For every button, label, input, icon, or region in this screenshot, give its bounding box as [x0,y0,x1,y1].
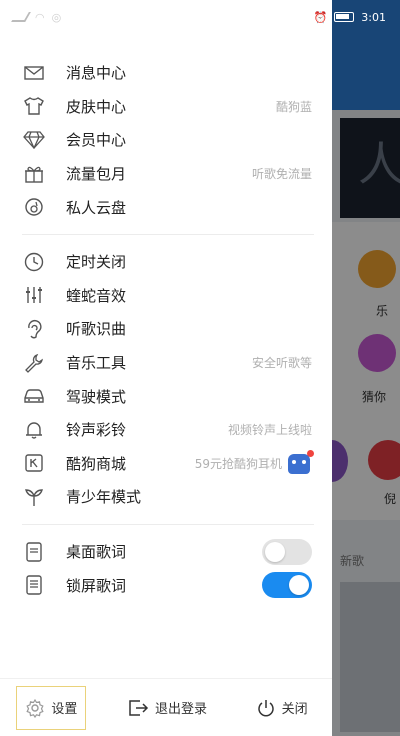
sprout-icon [22,485,46,509]
menu-item-desktop-lyrics[interactable]: 桌面歌词 [0,535,332,569]
menu-item-subtitle: 视频铃声上线啦 [227,423,312,438]
menu-item-label: 私人云盘 [66,198,127,217]
toggle-knob [289,575,309,596]
gear-icon [26,698,44,718]
menu-item-label: 酷狗商城 [66,454,127,473]
logout-label: 退出登录 [154,702,207,717]
menu-item-label: 皮肤中心 [66,97,127,116]
menu-group-tools: 定时关闭蝰蛇音效听歌识曲音乐工具 安全听歌等驾驶模式铃声彩铃 视频铃声上线啦酷狗商城… [0,245,332,514]
menu-item-ringtone[interactable]: 铃声彩铃 视频铃声上线啦 [0,413,332,447]
menu-item-recognize[interactable]: 听歌识曲 [0,312,332,346]
lock-lyrics-icon [22,573,46,597]
menu-item-label: 音乐工具 [66,354,127,373]
menu-item-timer[interactable]: 定时关闭 [0,245,332,279]
gift-icon [22,162,46,186]
settings-dot-icon: ◎ [51,10,62,24]
menu-group-lyrics: 桌面歌词 锁屏歌词 [0,535,332,602]
robot-icon [288,454,310,475]
menu-item-tools[interactable]: 音乐工具 安全听歌等 [0,346,332,380]
wrench-icon [22,351,46,375]
menu-item-subtitle: 听歌免流量 [251,167,312,182]
desktop-lyrics-toggle[interactable] [262,538,312,565]
divider [22,523,314,525]
equalizer-icon [22,283,46,307]
menu-item-subtitle: 酷狗蓝 [275,99,312,114]
menu-item-sound-effect[interactable]: 蝰蛇音效 [0,279,332,313]
menu-item-lockscreen-lyrics[interactable]: 锁屏歌词 [0,568,332,602]
menu-item-label: 青少年模式 [66,488,142,507]
menu-item-store[interactable]: 酷狗商城 59元抢酷狗耳机 [0,447,332,481]
lockscreen-lyrics-toggle[interactable] [262,572,312,599]
menu-group-account: 消息中心皮肤中心 酷狗蓝会员中心流量包月 听歌免流量私人云盘 [0,56,332,224]
side-drawer: 消息中心皮肤中心 酷狗蓝会员中心流量包月 听歌免流量私人云盘 定时关闭蝰蛇音效听歌识… [0,0,332,736]
menu-item-label: 流量包月 [66,165,127,184]
phone-lyrics-icon [22,540,46,564]
settings-label: 设置 [51,702,78,717]
menu-item-subtitle: 59元抢酷狗耳机 [194,456,282,471]
shirt-icon [22,94,46,118]
logout-icon [129,699,149,716]
settings-button[interactable]: 设置 [16,685,87,730]
battery-icon [334,12,355,22]
toggle-knob [265,541,285,562]
menu-item-label: 锁屏歌词 [66,576,127,595]
power-icon [257,699,274,716]
wifi-icon: ◠ [35,10,45,24]
menu-item-driving[interactable]: 驾驶模式 [0,379,332,413]
menu-item-skin[interactable]: 皮肤中心 酷狗蓝 [0,90,332,124]
status-right: ▯ ⏰ 3:01 [301,11,386,24]
menu-item-data-plan[interactable]: 流量包月 听歌免流量 [0,157,332,191]
vibrate-icon: ▯ [300,10,307,24]
drawer-bottom-bar: 设置 退出登录 关闭 [0,678,332,736]
drawer-menu: 消息中心皮肤中心 酷狗蓝会员中心流量包月 听歌免流量私人云盘 定时关闭蝰蛇音效听歌识… [0,56,332,602]
menu-item-youth[interactable]: 青少年模式 [0,480,332,514]
menu-item-label: 桌面歌词 [66,543,127,562]
menu-item-label: 会员中心 [66,131,127,150]
menu-item-label: 听歌识曲 [66,320,127,339]
promo-robot-icon [286,450,314,475]
bell-icon [22,418,46,442]
menu-item-label: 消息中心 [66,64,127,83]
menu-item-label: 定时关闭 [66,253,127,272]
close-app-button[interactable]: 关闭 [248,686,316,730]
menu-item-label: 铃声彩铃 [66,421,127,440]
mail-icon [22,61,46,85]
status-left: ◠ ◎ [11,10,62,24]
store-icon [22,451,46,475]
status-time: 3:01 [361,10,386,24]
clock-icon [22,250,46,274]
menu-item-subtitle: 安全听歌等 [251,356,312,371]
logout-button[interactable]: 退出登录 [119,686,215,730]
menu-item-message[interactable]: 消息中心 [0,56,332,90]
cloud-disk-icon [22,195,46,219]
status-bar: ◠ ◎ ▯ ⏰ 3:01 [0,0,400,34]
divider [22,233,314,235]
signal-icon [11,12,31,22]
ear-icon [22,317,46,341]
notification-dot [307,450,314,458]
diamond-icon [22,128,46,152]
close-label: 关闭 [281,702,308,717]
car-icon [22,384,46,408]
menu-item-vip[interactable]: 会员中心 [0,123,332,157]
alarm-icon: ⏰ [313,10,328,24]
menu-item-cloud[interactable]: 私人云盘 [0,190,332,224]
menu-item-label: 蝰蛇音效 [66,286,127,305]
menu-item-label: 驾驶模式 [66,387,127,406]
